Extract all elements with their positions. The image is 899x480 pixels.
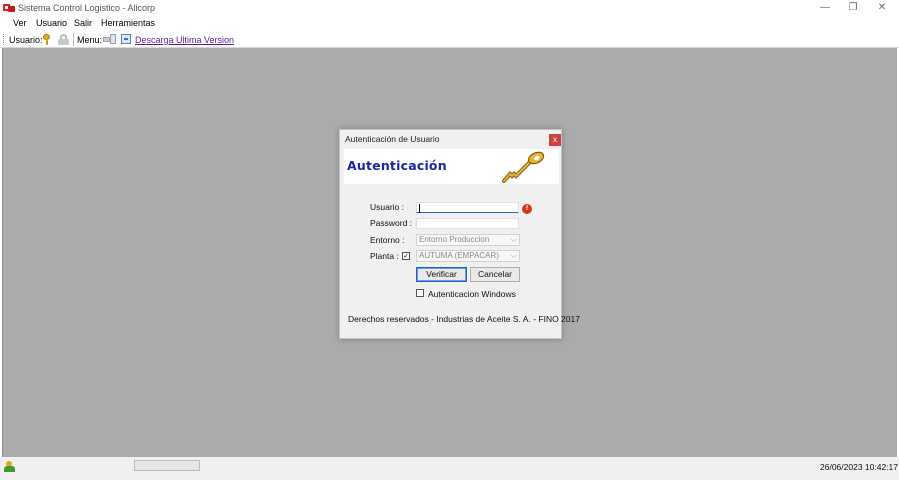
toolbar-grip[interactable]: [3, 34, 5, 45]
menu-salir[interactable]: Salir: [74, 18, 92, 28]
chevron-down-icon: ⌵: [510, 235, 517, 244]
usuario-label: Usuario :: [370, 202, 405, 212]
title-bar: Sistema Control Logistico - Alicorp — ❐ …: [0, 0, 899, 15]
dialog-heading: Autenticación: [347, 158, 447, 173]
key-icon: [502, 151, 545, 183]
cancel-button[interactable]: Cancelar: [470, 267, 520, 282]
menu-usuario[interactable]: Usuario: [36, 18, 67, 28]
app-icon: [3, 3, 15, 12]
close-window-button[interactable]: ✕: [871, 1, 893, 14]
menu-herramientas[interactable]: Herramientas: [101, 18, 155, 28]
download-link[interactable]: Descarga Ultima Version: [135, 35, 234, 45]
text-caret: [419, 204, 420, 213]
window-title: Sistema Control Logistico - Alicorp: [18, 3, 156, 13]
lock-icon[interactable]: [58, 34, 69, 45]
password-label: Password :: [370, 218, 413, 228]
toolbar: Usuario: Menu: Descarga Ultima Version: [0, 31, 899, 48]
verify-button[interactable]: Verificar: [416, 267, 467, 282]
windows-auth-checkbox[interactable]: [416, 289, 424, 297]
toolbar-menu-label: Menu:: [77, 35, 103, 45]
download-icon[interactable]: [121, 34, 131, 44]
password-input[interactable]: [416, 218, 519, 229]
usuario-input[interactable]: [416, 202, 519, 213]
status-datetime: 26/06/2023 10:42:17: [820, 462, 898, 472]
maximize-button[interactable]: ❐: [842, 1, 864, 14]
windows-auth-label: Autenticacion Windows: [428, 289, 516, 299]
chevron-down-icon: ⌵: [510, 251, 517, 260]
planta-checkbox[interactable]: ✓: [402, 252, 410, 260]
user-status-icon: [4, 461, 15, 472]
toolbar-separator: [73, 33, 74, 46]
menu-ver[interactable]: Ver: [13, 18, 27, 28]
key-icon[interactable]: [43, 34, 51, 45]
dialog-footer: Derechos reservados - Industrias de Acei…: [348, 314, 580, 324]
status-progress-bar: [134, 460, 200, 471]
menu-bar: Ver Usuario Salir Herramientas: [0, 16, 899, 31]
dialog-banner: Autenticación: [344, 149, 559, 184]
dialog-close-button[interactable]: x: [549, 134, 561, 146]
entorno-select[interactable]: Entorno Produccion ⌵: [416, 234, 520, 246]
planta-select[interactable]: AUTUMA (EMPACAR) ⌵: [416, 250, 520, 262]
toolbar-usuario-label: Usuario:: [9, 35, 43, 45]
entorno-label: Entorno :: [370, 235, 405, 245]
dialog-title: Autenticación de Usuario: [345, 134, 440, 144]
minimize-button[interactable]: —: [814, 1, 836, 14]
menu-icon[interactable]: [103, 34, 117, 45]
error-icon: !: [522, 204, 532, 214]
status-bar: 26/06/2023 10:42:17: [0, 457, 899, 480]
planta-label: Planta :: [370, 251, 399, 261]
